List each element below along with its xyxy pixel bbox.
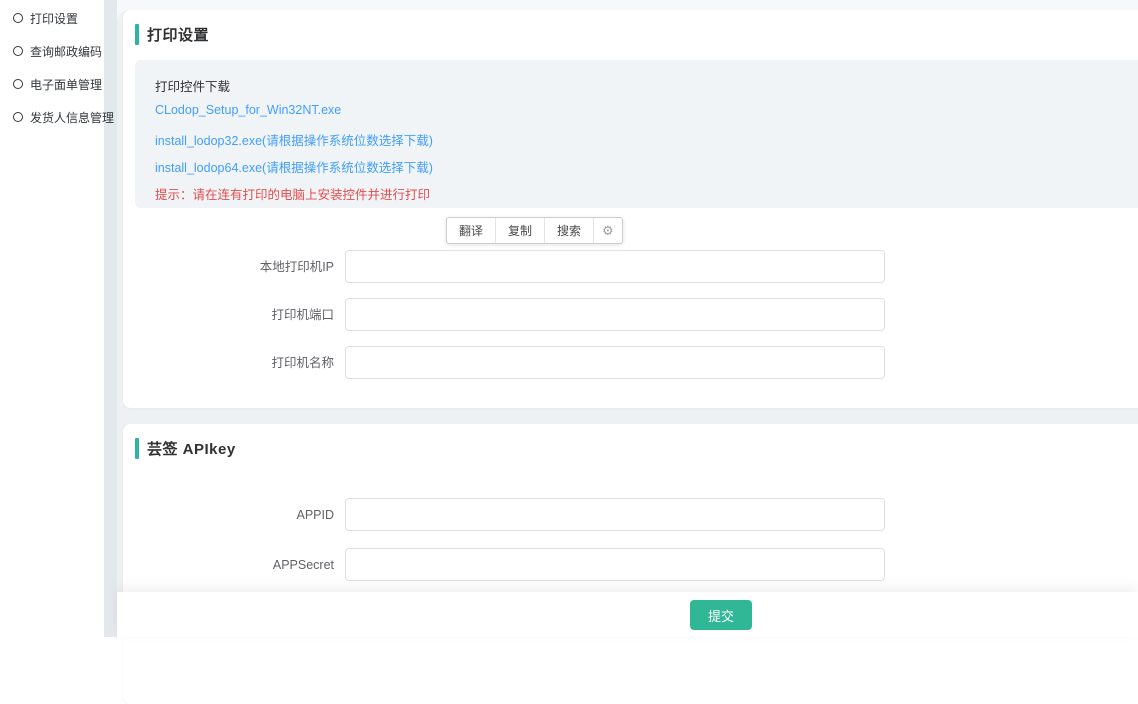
printer-ip-input[interactable] (345, 250, 885, 283)
sidebar-item-postcode-query[interactable]: 查询邮政编码 (13, 41, 102, 61)
appsecret-label: APPSecret (123, 548, 334, 583)
main-content: 打印设置 打印控件下载 CLodop_Setup_for_Win32NT.exe… (117, 0, 1138, 637)
form-row-appsecret: APPSecret (123, 548, 1138, 583)
print-settings-card: 打印设置 打印控件下载 CLodop_Setup_for_Win32NT.exe… (123, 10, 1138, 408)
sidebar-item-print-settings[interactable]: 打印设置 (13, 8, 78, 28)
download-heading: 打印控件下载 (155, 76, 230, 95)
printer-name-input[interactable] (345, 346, 885, 379)
circle-icon (13, 79, 23, 89)
section-title-apikey: 芸签 APIkey (135, 438, 236, 459)
printer-name-label: 打印机名称 (123, 346, 334, 381)
accent-bar (135, 438, 139, 459)
sidebar-item-shipper-info[interactable]: 发货人信息管理 (13, 107, 114, 127)
selection-toolbar: 翻译 复制 搜索 ⚙ (446, 217, 623, 244)
submit-button[interactable]: 提交 (690, 600, 752, 630)
sidebar-item-label: 电子面单管理 (30, 76, 102, 93)
form-row-printer-ip: 本地打印机IP (123, 250, 1138, 285)
sidebar-item-label: 查询邮政编码 (30, 43, 102, 60)
search-button[interactable]: 搜索 (545, 218, 594, 243)
accent-bar (135, 24, 139, 45)
footer-bar: 提交 (117, 592, 1138, 637)
apikey-section-title: 芸签 APIkey (147, 438, 236, 459)
appsecret-input[interactable] (345, 548, 885, 581)
circle-icon (13, 112, 23, 122)
download-link-lodop32[interactable]: install_lodop32.exe(请根据操作系统位数选择下载) (155, 130, 433, 149)
form-row-printer-port: 打印机端口 (123, 298, 1138, 333)
translate-button[interactable]: 翻译 (447, 218, 496, 243)
sidebar-item-label: 打印设置 (30, 10, 78, 27)
install-tip-text: 提示：请在连有打印的电脑上安装控件并进行打印 (155, 184, 430, 203)
page-title: 打印设置 (147, 24, 209, 45)
download-link-clodop[interactable]: CLodop_Setup_for_Win32NT.exe (155, 103, 341, 117)
appid-input[interactable] (345, 498, 885, 531)
circle-icon (13, 13, 23, 23)
appid-label: APPID (123, 498, 334, 533)
sidebar-divider (104, 0, 117, 637)
sidebar-item-waybill-management[interactable]: 电子面单管理 (13, 74, 102, 94)
printer-ip-label: 本地打印机IP (123, 250, 334, 285)
gear-icon[interactable]: ⚙ (594, 218, 622, 243)
download-link-lodop64[interactable]: install_lodop64.exe(请根据操作系统位数选择下载) (155, 157, 433, 176)
section-title-print-settings: 打印设置 (135, 24, 209, 45)
circle-icon (13, 46, 23, 56)
sidebar-item-label: 发货人信息管理 (30, 109, 114, 126)
printer-port-input[interactable] (345, 298, 885, 331)
form-row-appid: APPID (123, 498, 1138, 533)
copy-button[interactable]: 复制 (496, 218, 545, 243)
printer-port-label: 打印机端口 (123, 298, 334, 333)
download-info-box: 打印控件下载 CLodop_Setup_for_Win32NT.exe inst… (135, 60, 1138, 208)
form-row-printer-name: 打印机名称 (123, 346, 1138, 381)
apikey-card: 芸签 APIkey APPID APPSecret (123, 424, 1138, 704)
sidebar: 打印设置 查询邮政编码 电子面单管理 发货人信息管理 (0, 0, 104, 637)
